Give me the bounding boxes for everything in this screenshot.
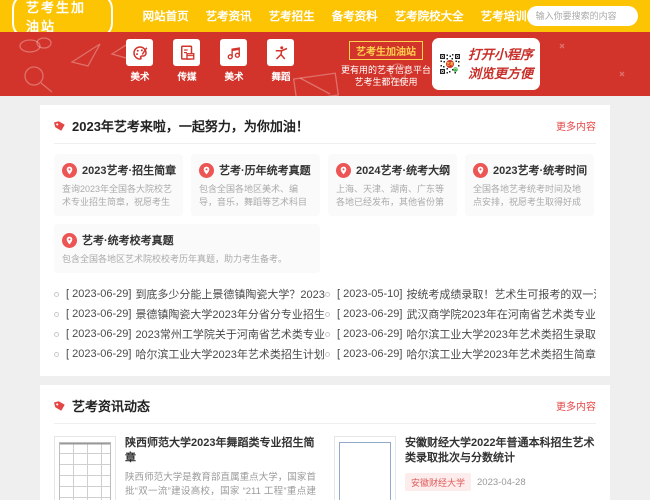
news-link[interactable]: [ 2023-06-29] 哈尔滨工业大学2023年艺术类招生录取办法 bbox=[325, 324, 596, 344]
bullet-icon bbox=[325, 291, 330, 297]
nav-item-materials[interactable]: 备考资料 bbox=[332, 8, 378, 24]
news-link[interactable]: [ 2023-06-29] 景德镇陶瓷大学2023年分省分专业招生计划数 bbox=[54, 304, 325, 324]
category-dance[interactable]: 舞蹈 bbox=[267, 39, 295, 83]
slogan-line-2: 艺考生都在使用 bbox=[354, 77, 418, 87]
music-notes-icon bbox=[227, 46, 240, 59]
qr-code: 艺考 bbox=[439, 53, 461, 75]
card-exam-outline[interactable]: 2024艺考·统考大纲 上海、天津、湖南、广东等各地已经发布，其他省份第一时间更… bbox=[328, 154, 457, 216]
pin-icon bbox=[199, 162, 214, 178]
news-link[interactable]: [ 2023-06-29] 武汉商学院2023年在河南省艺术类专业录取规则 bbox=[325, 304, 596, 324]
banner-badge: 艺考生加油站 bbox=[349, 41, 423, 60]
article-tag[interactable]: 安徽财经大学 bbox=[405, 473, 472, 491]
feature-cards: 2023艺考·招生简章 查询2023年全国各大院校艺术专业招生简章，祝愿考生取得… bbox=[54, 154, 596, 273]
nav-item-colleges[interactable]: 艺考院校大全 bbox=[395, 8, 464, 24]
exam-info-section: 2023年艺考来啦，一起努力，为你加油！ 更多内容 2023艺考·招生简章 查询… bbox=[40, 105, 610, 376]
promo-banner: 美术 传媒 美术 舞蹈 艺考生加油站 更有用的艺考信息平台 艺考生都在使用 艺考… bbox=[0, 32, 650, 96]
slogan-line-1: 更有用的艺考信息平台 bbox=[340, 65, 431, 75]
mini-program-qr-panel[interactable]: 艺考 打开小程序 浏览更方便 bbox=[432, 38, 540, 90]
nav-item-home[interactable]: 网站首页 bbox=[143, 8, 189, 24]
bullet-icon bbox=[54, 311, 59, 317]
news-link-list: [ 2023-06-29] 到底多少分能上景德镇陶瓷大学？2023年版 [ 20… bbox=[54, 284, 596, 364]
category-media[interactable]: 传媒 bbox=[173, 39, 201, 83]
top-navigation-bar: 艺考生加油站 网站首页 艺考资讯 艺考招生 备考资料 艺考院校大全 艺考培训 bbox=[0, 0, 650, 39]
article-grid: 陕西师范大学2023年舞蹈类专业招生简章 陕西师范大学是教育部直属重点大学，国家… bbox=[54, 436, 596, 500]
main-nav: 网站首页 艺考资讯 艺考招生 备考资料 艺考院校大全 艺考培训 bbox=[143, 8, 527, 24]
news-link[interactable]: [ 2023-06-29] 哈尔滨工业大学2023年艺术类招生简章 bbox=[325, 344, 596, 364]
category-art[interactable]: 美术 bbox=[126, 39, 154, 83]
bullet-icon bbox=[54, 351, 59, 357]
section1-more-link[interactable]: 更多内容 bbox=[556, 118, 596, 133]
card-past-exams[interactable]: 艺考·历年统考真题 包含全国各地区美术、编导，音乐，舞蹈等艺术科目的统考真题。 bbox=[191, 154, 320, 216]
pin-icon bbox=[473, 162, 488, 178]
nav-item-training[interactable]: 艺考培训 bbox=[481, 8, 527, 24]
news-link[interactable]: [ 2023-06-29] 到底多少分能上景德镇陶瓷大学？2023年版 bbox=[54, 284, 325, 304]
bullet-icon bbox=[54, 291, 59, 297]
qr-caption-1: 打开小程序 bbox=[467, 47, 533, 62]
banner-slogan: 艺考生加油站 更有用的艺考信息平台 艺考生都在使用 bbox=[338, 41, 434, 88]
pin-icon bbox=[62, 232, 77, 248]
media-document-icon bbox=[180, 45, 194, 60]
dancer-icon bbox=[275, 45, 287, 60]
bullet-icon bbox=[325, 351, 330, 357]
wechat-dot-icon bbox=[453, 67, 458, 72]
nav-item-news[interactable]: 艺考资讯 bbox=[206, 8, 252, 24]
nav-item-admissions[interactable]: 艺考招生 bbox=[269, 8, 315, 24]
palette-icon bbox=[132, 45, 147, 60]
article-item[interactable]: 安徽财经大学2022年普通本科招生艺术类录取批次与分数统计 安徽财经大学 202… bbox=[334, 436, 596, 500]
article-thumbnail bbox=[334, 436, 396, 500]
tag-icon bbox=[54, 400, 65, 411]
article-title[interactable]: 安徽财经大学2022年普通本科招生艺术类录取批次与分数统计 bbox=[405, 436, 596, 466]
news-link[interactable]: [ 2023-05-10] 按统考成绩录取！艺术生可报考的双一流院校与专业有哪 bbox=[325, 284, 596, 304]
article-date: 2023-04-28 bbox=[477, 476, 526, 488]
article-excerpt: 陕西师范大学是教育部直属重点大学，国家首批“双一流”建设高校，国家 “211 工… bbox=[125, 472, 316, 497]
qr-center-label: 艺考 bbox=[447, 61, 454, 66]
search-input[interactable] bbox=[526, 6, 638, 26]
news-feed-section: 艺考资讯动态 更多内容 陕西师范大学2023年舞蹈类专业招生简章 陕西师范大学是… bbox=[40, 385, 610, 500]
qr-caption-2: 浏览更方便 bbox=[467, 66, 533, 81]
card-school-exams[interactable]: 艺考·统考校考真题 包含全国各地区艺术院校校考历年真题，助力考生备考。 bbox=[54, 224, 320, 273]
banner-doodles bbox=[19, 37, 625, 96]
article-title[interactable]: 陕西师范大学2023年舞蹈类专业招生简章 bbox=[125, 436, 316, 466]
card-exam-schedule[interactable]: 2023艺考·统考时间 全国各地艺考统考时间及地点安排，祝愿考生取得好成绩。 bbox=[465, 154, 594, 216]
article-item[interactable]: 陕西师范大学2023年舞蹈类专业招生简章 陕西师范大学是教育部直属重点大学，国家… bbox=[54, 436, 316, 500]
news-link[interactable]: [ 2023-06-29] 哈尔滨工业大学2023年艺术类招生计划 bbox=[54, 344, 325, 364]
search-bar bbox=[526, 6, 638, 26]
category-shortcuts: 美术 传媒 美术 舞蹈 bbox=[126, 39, 295, 83]
pin-icon bbox=[336, 162, 351, 178]
bullet-icon bbox=[54, 331, 59, 337]
card-admission-guide[interactable]: 2023艺考·招生简章 查询2023年全国各大院校艺术专业招生简章，祝愿考生取得… bbox=[54, 154, 183, 216]
bullet-icon bbox=[325, 331, 330, 337]
pin-icon bbox=[62, 162, 77, 178]
tag-icon bbox=[54, 120, 65, 131]
bullet-icon bbox=[325, 311, 330, 317]
category-music[interactable]: 美术 bbox=[220, 39, 248, 83]
article-thumbnail bbox=[54, 436, 116, 500]
section2-more-link[interactable]: 更多内容 bbox=[556, 398, 596, 413]
news-link[interactable]: [ 2023-06-29] 2023常州工学院关于河南省艺术类专业投档规则的说明 bbox=[54, 324, 325, 344]
section2-title: 艺考资讯动态 bbox=[72, 399, 151, 414]
section1-title: 2023年艺考来啦，一起努力，为你加油！ bbox=[72, 119, 309, 134]
